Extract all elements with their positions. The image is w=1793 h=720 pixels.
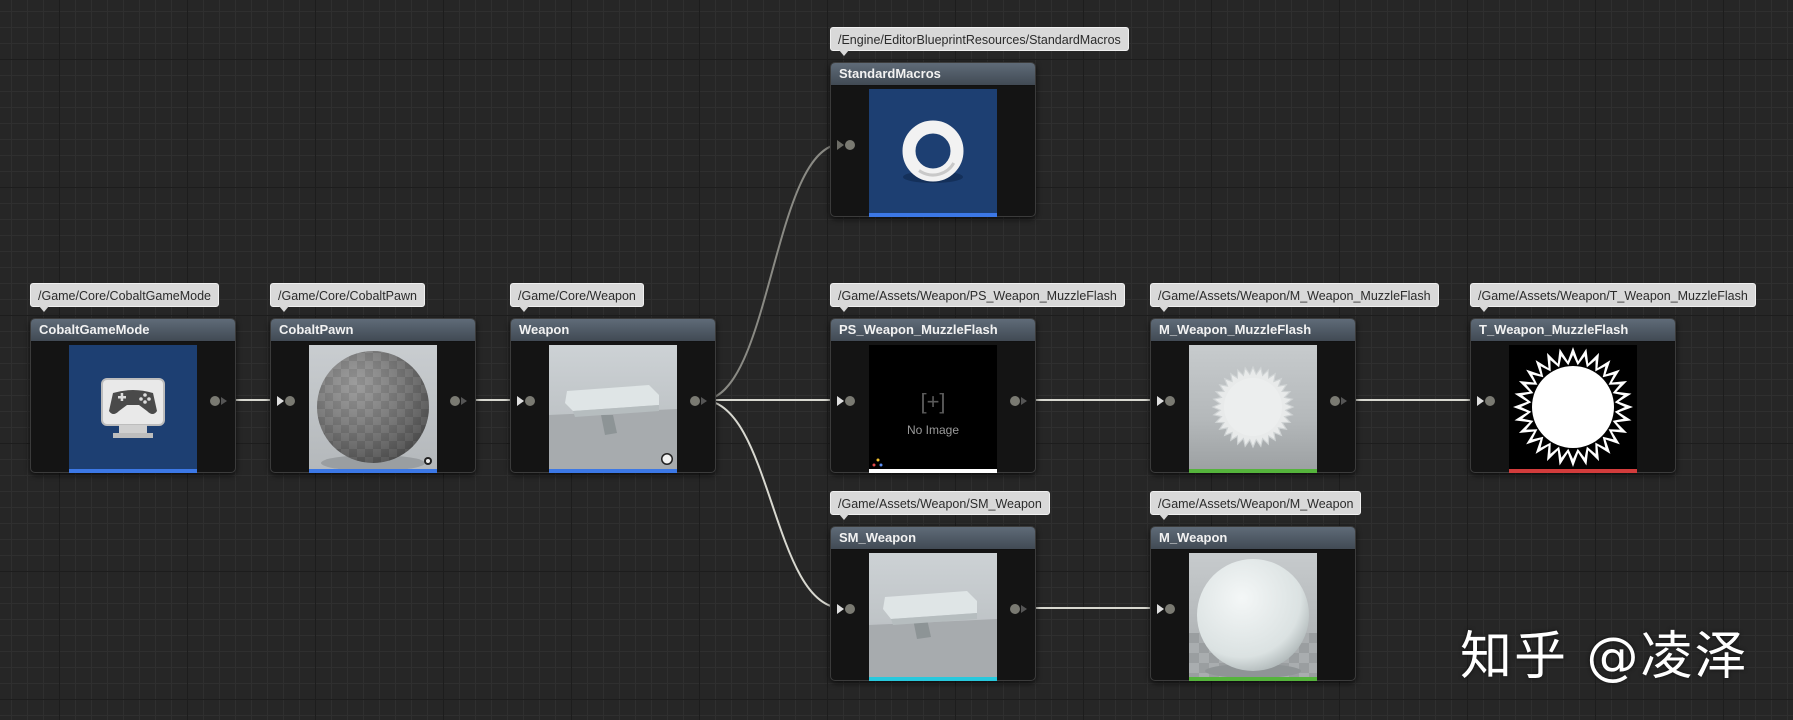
node-title: T_Weapon_MuzzleFlash: [1471, 319, 1675, 342]
input-pin[interactable]: [837, 139, 857, 151]
path-tag-ps-weapon-muzzleflash: /Game/Assets/Weapon/PS_Weapon_MuzzleFlas…: [830, 283, 1125, 312]
node-title: CobaltPawn: [271, 319, 475, 342]
node-title: M_Weapon: [1151, 527, 1355, 550]
node-ps-weapon-muzzleflash[interactable]: PS_Weapon_MuzzleFlash [+] No Image: [830, 318, 1036, 473]
input-pin[interactable]: [837, 395, 857, 407]
asset-type-bar: [1189, 469, 1317, 473]
output-pin[interactable]: [449, 395, 469, 407]
node-t-weapon-muzzleflash[interactable]: T_Weapon_MuzzleFlash: [1470, 318, 1676, 473]
asset-type-bar: [869, 677, 997, 681]
node-cobaltpawn[interactable]: CobaltPawn: [270, 318, 476, 473]
input-pin[interactable]: [517, 395, 537, 407]
torus-icon: [869, 89, 997, 217]
asset-type-bar: [549, 469, 677, 473]
gamepad-icon: [69, 345, 197, 473]
checker-sphere-thumbnail: [309, 345, 437, 473]
output-pin[interactable]: [689, 395, 709, 407]
path-tag-weapon: /Game/Core/Weapon: [510, 283, 644, 312]
watermark: 知乎 @凌泽: [1460, 627, 1749, 687]
starburst-texture-thumbnail: [1509, 345, 1637, 473]
asset-type-bar: [869, 213, 997, 217]
wire-weapon-to-standardmacros: [701, 143, 843, 401]
input-pin[interactable]: [1477, 395, 1497, 407]
node-title: CobaltGameMode: [31, 319, 235, 342]
node-sm-weapon[interactable]: SM_Weapon: [830, 526, 1036, 681]
path-tag-sm-weapon: /Game/Assets/Weapon/SM_Weapon: [830, 491, 1050, 520]
weapon-mesh-thumbnail: [549, 345, 677, 473]
no-image-thumbnail: [+] No Image: [869, 345, 997, 473]
output-pin[interactable]: [1009, 395, 1029, 407]
node-title: PS_Weapon_MuzzleFlash: [831, 319, 1035, 342]
node-title: Weapon: [511, 319, 715, 342]
node-title: SM_Weapon: [831, 527, 1035, 550]
path-tag-cobaltpawn: /Game/Core/CobaltPawn: [270, 283, 425, 312]
path-tag-cobaltgamemode: /Game/Core/CobaltGameMode: [30, 283, 219, 312]
node-standardmacros[interactable]: StandardMacros: [830, 62, 1036, 217]
path-tag-t-weapon-muzzleflash: /Game/Assets/Weapon/T_Weapon_MuzzleFlash: [1470, 283, 1756, 312]
input-pin[interactable]: [837, 603, 857, 615]
weapon-mesh-thumbnail: [869, 553, 997, 681]
path-tag-standardmacros: /Engine/EditorBlueprintResources/Standar…: [830, 27, 1129, 56]
input-pin[interactable]: [277, 395, 297, 407]
asset-type-bar: [69, 469, 197, 473]
path-tag-m-weapon: /Game/Assets/Weapon/M_Weapon: [1150, 491, 1362, 520]
node-title: M_Weapon_MuzzleFlash: [1151, 319, 1355, 342]
node-weapon[interactable]: Weapon: [510, 318, 716, 473]
asset-type-bar: [309, 469, 437, 473]
node-m-weapon[interactable]: M_Weapon: [1150, 526, 1356, 681]
output-pin[interactable]: [1329, 395, 1349, 407]
output-pin[interactable]: [1009, 603, 1029, 615]
starburst-material-thumbnail: [1189, 345, 1317, 473]
wire-weapon-to-sm_weapon: [701, 399, 843, 609]
path-tag-m-weapon-muzzleflash: /Game/Assets/Weapon/M_Weapon_MuzzleFlash: [1150, 283, 1439, 312]
node-cobaltgamemode[interactable]: CobaltGameMode: [30, 318, 236, 473]
asset-type-bar: [869, 469, 997, 473]
output-pin[interactable]: [209, 395, 229, 407]
node-title: StandardMacros: [831, 63, 1035, 86]
input-pin[interactable]: [1157, 603, 1177, 615]
white-sphere-thumbnail: [1189, 553, 1317, 681]
asset-type-bar: [1509, 469, 1637, 473]
asset-type-bar: [1189, 677, 1317, 681]
input-pin[interactable]: [1157, 395, 1177, 407]
node-m-weapon-muzzleflash[interactable]: M_Weapon_MuzzleFlash: [1150, 318, 1356, 473]
